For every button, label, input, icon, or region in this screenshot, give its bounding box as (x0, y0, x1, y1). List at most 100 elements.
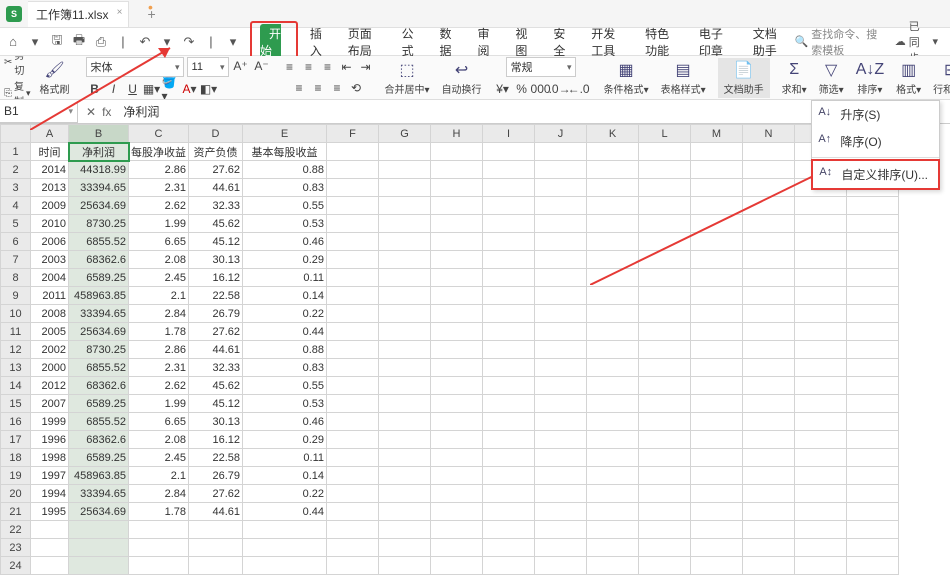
cell[interactable] (691, 557, 743, 575)
cell[interactable] (691, 233, 743, 251)
cell[interactable] (327, 485, 379, 503)
cell[interactable]: 45.12 (189, 233, 243, 251)
sort-descending-item[interactable]: A↑ 降序(O) (812, 128, 939, 155)
cell[interactable] (639, 449, 691, 467)
cell[interactable] (379, 161, 431, 179)
cell[interactable] (639, 215, 691, 233)
cell[interactable] (431, 215, 483, 233)
cell[interactable] (535, 359, 587, 377)
cell[interactable] (743, 557, 795, 575)
cell[interactable] (691, 539, 743, 557)
cell[interactable]: 0.29 (243, 251, 327, 269)
cell[interactable]: 2004 (31, 269, 69, 287)
cell[interactable] (431, 179, 483, 197)
cell[interactable]: 33394.65 (69, 179, 129, 197)
cell[interactable]: 2003 (31, 251, 69, 269)
cell[interactable] (129, 557, 189, 575)
cell[interactable]: 0.55 (243, 377, 327, 395)
cell[interactable] (847, 413, 899, 431)
cell[interactable]: 1999 (31, 413, 69, 431)
cell[interactable] (587, 521, 639, 539)
cell[interactable] (535, 539, 587, 557)
cell[interactable]: 6855.52 (69, 233, 129, 251)
cell[interactable] (535, 179, 587, 197)
cell[interactable]: 30.13 (189, 413, 243, 431)
cell[interactable]: 2002 (31, 341, 69, 359)
column-header-E[interactable]: E (243, 125, 327, 143)
cell[interactable] (691, 215, 743, 233)
row-header[interactable]: 23 (1, 539, 31, 557)
cell[interactable] (743, 359, 795, 377)
spreadsheet-grid[interactable]: ABCDEFGHIJKLMNOP1时间净利润每股净收益资产负债基本每股收益220… (0, 124, 950, 575)
cell[interactable] (483, 179, 535, 197)
cell[interactable] (129, 539, 189, 557)
cell[interactable] (639, 521, 691, 539)
cell[interactable] (483, 413, 535, 431)
cell[interactable] (639, 323, 691, 341)
cell[interactable] (431, 143, 483, 161)
cell[interactable] (431, 323, 483, 341)
cell[interactable]: 1994 (31, 485, 69, 503)
cell[interactable] (243, 539, 327, 557)
cell[interactable] (587, 269, 639, 287)
fill-color-icon[interactable]: 🪣▾ (162, 80, 180, 98)
cell[interactable] (743, 395, 795, 413)
cell[interactable] (691, 251, 743, 269)
cell[interactable]: 22.58 (189, 287, 243, 305)
percent-icon[interactable]: % (513, 80, 531, 98)
cell[interactable] (535, 413, 587, 431)
column-header-N[interactable]: N (743, 125, 795, 143)
cell[interactable]: 0.11 (243, 269, 327, 287)
cell[interactable] (431, 467, 483, 485)
row-header[interactable]: 14 (1, 377, 31, 395)
cell[interactable]: 33394.65 (69, 485, 129, 503)
cell[interactable] (795, 233, 847, 251)
cell[interactable] (327, 503, 379, 521)
cell[interactable] (327, 161, 379, 179)
copy-label[interactable]: 复制 (14, 78, 24, 100)
cell[interactable] (379, 215, 431, 233)
cell[interactable] (483, 233, 535, 251)
cell[interactable]: 基本每股收益 (243, 143, 327, 161)
cell[interactable] (379, 323, 431, 341)
column-header-D[interactable]: D (189, 125, 243, 143)
cell[interactable] (587, 557, 639, 575)
cell[interactable] (379, 269, 431, 287)
cell[interactable] (691, 269, 743, 287)
cell[interactable] (431, 161, 483, 179)
row-header[interactable]: 17 (1, 431, 31, 449)
cell[interactable]: 0.83 (243, 179, 327, 197)
cell[interactable] (587, 341, 639, 359)
cell[interactable] (189, 521, 243, 539)
cell[interactable]: 45.12 (189, 395, 243, 413)
cell[interactable] (743, 197, 795, 215)
cell[interactable] (483, 467, 535, 485)
cell[interactable] (639, 539, 691, 557)
cell[interactable] (639, 431, 691, 449)
cell[interactable] (639, 467, 691, 485)
cell[interactable] (587, 233, 639, 251)
cell[interactable] (639, 395, 691, 413)
cell[interactable] (691, 413, 743, 431)
cell[interactable]: 2009 (31, 197, 69, 215)
row-header[interactable]: 21 (1, 503, 31, 521)
cell[interactable] (691, 503, 743, 521)
cell[interactable]: 68362.6 (69, 431, 129, 449)
cell[interactable] (847, 305, 899, 323)
cell[interactable]: 2013 (31, 179, 69, 197)
cell[interactable] (189, 557, 243, 575)
cell[interactable] (327, 377, 379, 395)
cell[interactable]: 0.83 (243, 359, 327, 377)
cell[interactable]: 6589.25 (69, 395, 129, 413)
cell[interactable]: 2005 (31, 323, 69, 341)
cell[interactable] (847, 341, 899, 359)
cell[interactable] (847, 359, 899, 377)
cell[interactable]: 6.65 (129, 233, 189, 251)
cell[interactable] (483, 359, 535, 377)
workbook-tab[interactable]: 工作簿11.xlsx • × (28, 1, 129, 27)
cell[interactable] (379, 485, 431, 503)
row-header[interactable]: 12 (1, 341, 31, 359)
cell[interactable] (587, 449, 639, 467)
cell[interactable] (847, 557, 899, 575)
decrease-font-icon[interactable]: A⁻ (253, 57, 271, 75)
